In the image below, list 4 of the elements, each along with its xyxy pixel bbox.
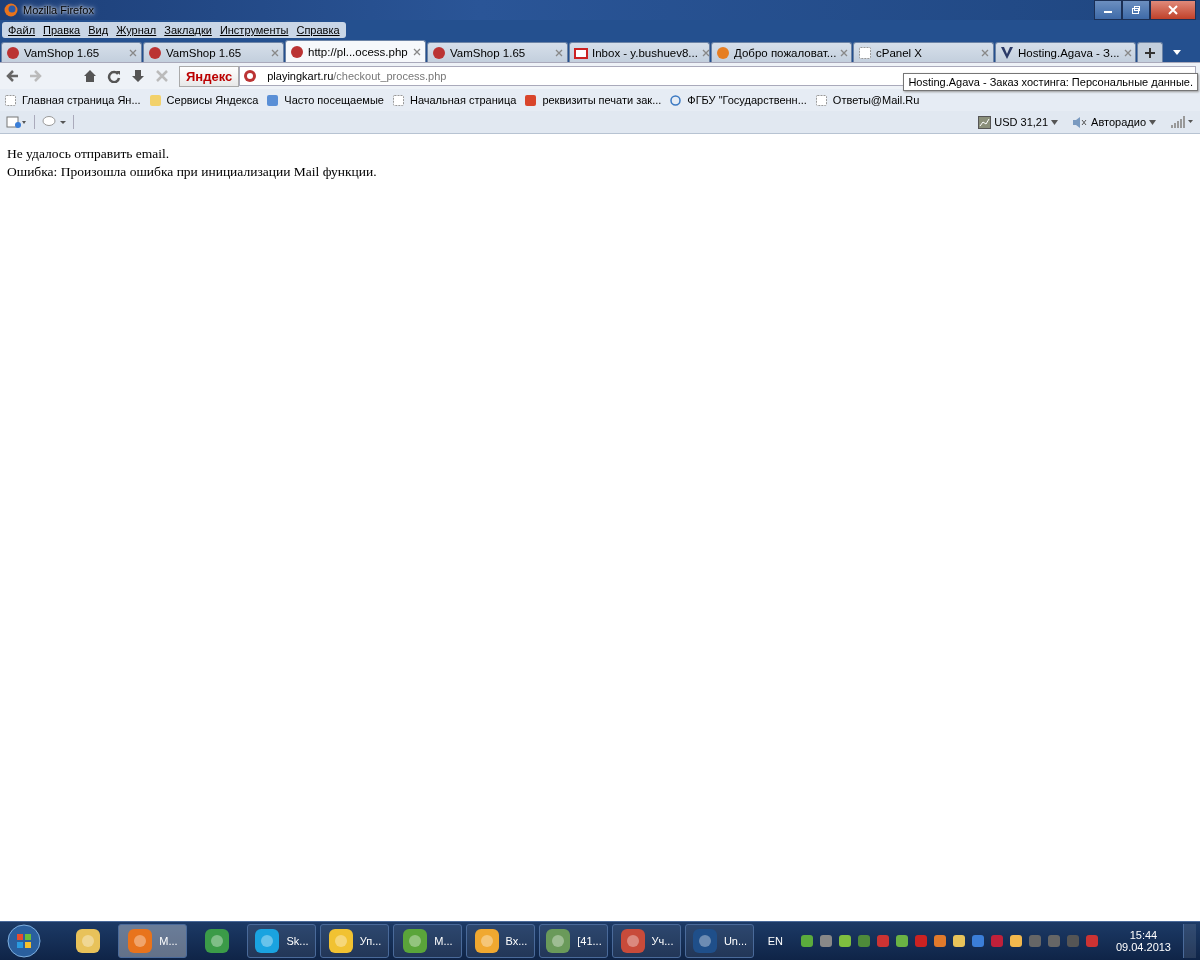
error-message: Ошибка: Произошла ошибка при инициализации Mail функции.	[7, 163, 378, 181]
tooltip: Hosting.Agava - Заказ хостинга: Персональные данные.	[903, 73, 1198, 91]
error-message: Не удалось отправить email.	[7, 145, 171, 163]
window-title: Mozilla Firefox	[23, 4, 94, 16]
